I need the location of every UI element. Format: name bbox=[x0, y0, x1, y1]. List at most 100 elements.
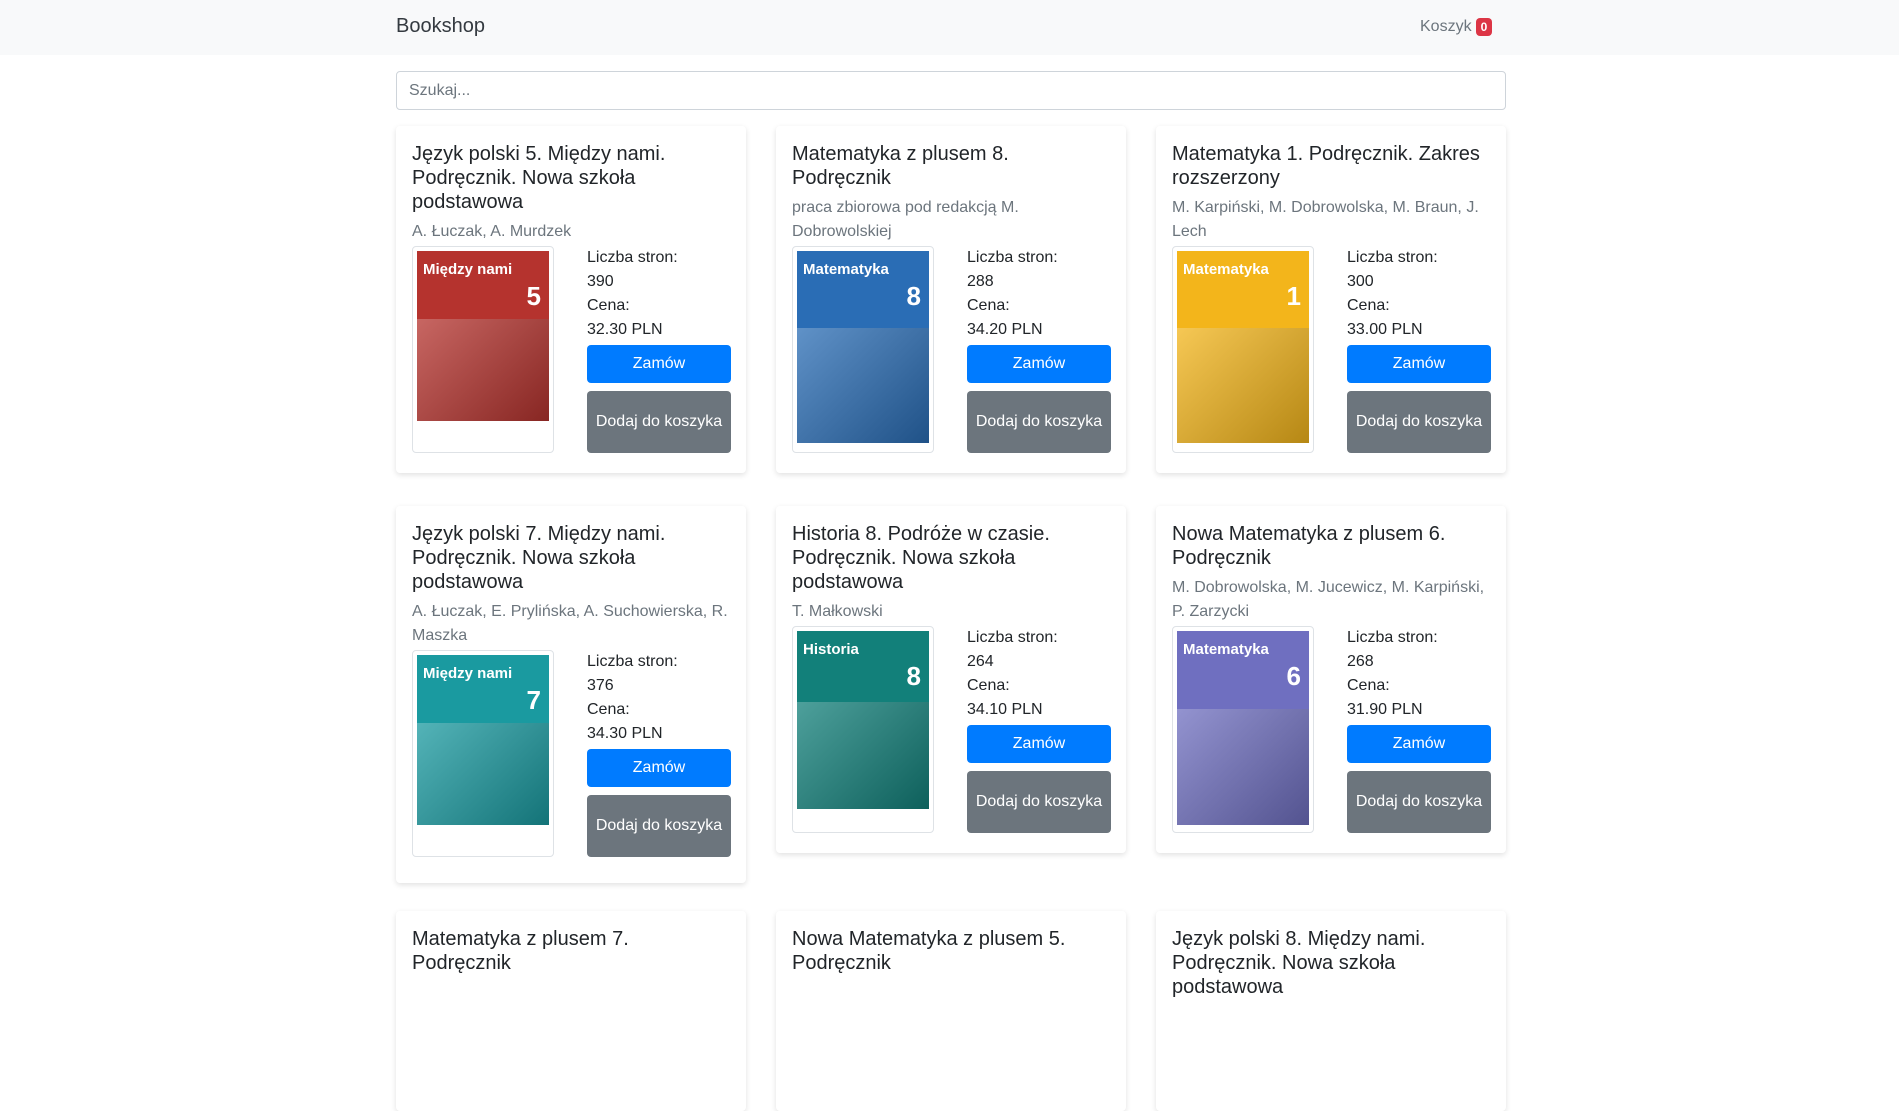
order-button[interactable]: Zamów bbox=[587, 749, 731, 787]
book-title: Historia 8. Podróże w czasie. Podręcznik… bbox=[792, 523, 1050, 593]
cart-link[interactable]: Koszyk 0 bbox=[1420, 18, 1493, 36]
book-meta: Liczba stron: 288 Cena: 34.20 PLN Zamów … bbox=[967, 246, 1111, 453]
price-value: 32.30 PLN bbox=[587, 321, 663, 338]
cover-number: 7 bbox=[526, 685, 541, 715]
book-card: Historia 8. Podróże w czasie. Podręcznik… bbox=[776, 506, 1126, 853]
book-card: Matematyka z plusem 7. Podręcznik bbox=[396, 911, 746, 1111]
cover-illustration bbox=[1177, 327, 1309, 443]
add-to-cart-button[interactable]: Dodaj do koszyka bbox=[967, 771, 1111, 833]
book-title: Język polski 8. Między nami. Podręcznik.… bbox=[1172, 928, 1426, 998]
add-to-cart-button[interactable]: Dodaj do koszyka bbox=[587, 391, 731, 453]
book-cover: Matematyka 8 bbox=[792, 246, 934, 453]
order-button[interactable]: Zamów bbox=[967, 725, 1111, 763]
book-meta: Liczba stron: 376 Cena: 34.30 PLN Zamów … bbox=[587, 650, 731, 857]
price-value: 31.90 PLN bbox=[1347, 701, 1423, 718]
book-cover-image: Historia 8 bbox=[797, 631, 929, 809]
pages-label: Liczba stron: bbox=[967, 249, 1058, 266]
add-to-cart-button[interactable]: Dodaj do koszyka bbox=[587, 795, 731, 857]
cover-illustration bbox=[797, 327, 929, 443]
book-cover-image: Matematyka 8 bbox=[797, 251, 929, 443]
price-label: Cena: bbox=[587, 297, 630, 314]
cover-illustration bbox=[797, 702, 929, 809]
cover-number: 8 bbox=[906, 281, 921, 311]
cover-number: 8 bbox=[906, 661, 921, 691]
pages-label: Liczba stron: bbox=[587, 653, 678, 670]
order-button[interactable]: Zamów bbox=[1347, 725, 1491, 763]
pages-value: 300 bbox=[1347, 273, 1374, 290]
add-to-cart-button[interactable]: Dodaj do koszyka bbox=[967, 391, 1111, 453]
price-label: Cena: bbox=[587, 701, 630, 718]
book-cover: Matematyka 6 bbox=[1172, 626, 1314, 833]
book-authors: M. Karpiński, M. Dobrowolska, M. Braun, … bbox=[1172, 199, 1479, 240]
book-details: Historia 8 Liczba stron: 264 Cena: 34.10… bbox=[792, 626, 1111, 833]
book-title: Język polski 7. Między nami. Podręcznik.… bbox=[412, 523, 666, 593]
book-cover: Między nami 7 bbox=[412, 650, 554, 857]
cover-number: 1 bbox=[1286, 281, 1301, 311]
book-card: Matematyka z plusem 8. Podręcznik praca z… bbox=[776, 126, 1126, 473]
order-button[interactable]: Zamów bbox=[1347, 345, 1491, 383]
cover-title: Matematyka bbox=[1183, 261, 1269, 278]
book-cover-image: Matematyka 1 bbox=[1177, 251, 1309, 443]
pages-label: Liczba stron: bbox=[587, 249, 678, 266]
book-card: Język polski 5. Między nami. Podręcznik.… bbox=[396, 126, 746, 473]
book-title: Matematyka z plusem 7. Podręcznik bbox=[412, 928, 629, 974]
cart-count-badge: 0 bbox=[1475, 18, 1493, 36]
pages-label: Liczba stron: bbox=[1347, 629, 1438, 646]
book-meta: Liczba stron: 300 Cena: 33.00 PLN Zamów … bbox=[1347, 246, 1491, 453]
cover-title: Między nami bbox=[423, 261, 513, 278]
cover-illustration bbox=[417, 319, 549, 421]
cover-title: Między nami bbox=[423, 665, 513, 682]
book-authors: praca zbiorowa pod redakcją M. Dobrowols… bbox=[792, 199, 1019, 240]
book-title: Nowa Matematyka z plusem 5. Podręcznik bbox=[792, 928, 1066, 974]
book-card: Nowa Matematyka z plusem 5. Podręcznik bbox=[776, 911, 1126, 1111]
brand-link[interactable]: Bookshop bbox=[396, 15, 485, 38]
add-to-cart-button[interactable]: Dodaj do koszyka bbox=[1347, 391, 1491, 453]
order-button[interactable]: Zamów bbox=[967, 345, 1111, 383]
book-card: Język polski 7. Między nami. Podręcznik.… bbox=[396, 506, 746, 883]
book-details: Matematyka 6 Liczba stron: 268 Cena: 31.… bbox=[1172, 626, 1491, 833]
book-meta: Liczba stron: 264 Cena: 34.10 PLN Zamów … bbox=[967, 626, 1111, 833]
price-label: Cena: bbox=[1347, 297, 1390, 314]
book-card: Język polski 8. Między nami. Podręcznik.… bbox=[1156, 911, 1506, 1111]
book-authors: A. Łuczak, E. Prylińska, A. Suchowierska… bbox=[412, 603, 728, 644]
pages-value: 390 bbox=[587, 273, 614, 290]
book-cover: Matematyka 1 bbox=[1172, 246, 1314, 453]
book-authors: M. Dobrowolska, M. Jucewicz, M. Karpińsk… bbox=[1172, 579, 1485, 620]
book-title: Nowa Matematyka z plusem 6. Podręcznik bbox=[1172, 523, 1446, 569]
pages-value: 376 bbox=[587, 677, 614, 694]
price-value: 33.00 PLN bbox=[1347, 321, 1423, 338]
book-title: Matematyka 1. Podręcznik. Zakres rozszer… bbox=[1172, 143, 1480, 189]
book-authors: A. Łuczak, A. Murdzek bbox=[412, 223, 572, 240]
book-details: Matematyka 1 Liczba stron: 300 Cena: 33.… bbox=[1172, 246, 1491, 453]
book-card: Matematyka 1. Podręcznik. Zakres rozszer… bbox=[1156, 126, 1506, 473]
cover-number: 5 bbox=[526, 281, 541, 311]
pages-value: 288 bbox=[967, 273, 994, 290]
price-label: Cena: bbox=[967, 297, 1010, 314]
cover-number: 6 bbox=[1286, 661, 1301, 691]
order-button[interactable]: Zamów bbox=[587, 345, 731, 383]
add-to-cart-button[interactable]: Dodaj do koszyka bbox=[1347, 771, 1491, 833]
book-cover-image: Matematyka 6 bbox=[1177, 631, 1309, 825]
cover-illustration bbox=[417, 723, 549, 825]
price-label: Cena: bbox=[1347, 677, 1390, 694]
book-authors: T. Małkowski bbox=[792, 603, 883, 620]
cover-title: Matematyka bbox=[803, 261, 889, 278]
pages-label: Liczba stron: bbox=[967, 629, 1058, 646]
book-meta: Liczba stron: 268 Cena: 31.90 PLN Zamów … bbox=[1347, 626, 1491, 833]
navbar: Bookshop Koszyk 0 bbox=[0, 0, 1899, 55]
book-title: Język polski 5. Między nami. Podręcznik.… bbox=[412, 143, 666, 213]
price-value: 34.10 PLN bbox=[967, 701, 1043, 718]
book-cover: Historia 8 bbox=[792, 626, 934, 833]
book-details: Między nami 7 Liczba stron: 376 Cena: 34… bbox=[412, 650, 731, 857]
cart-label: Koszyk bbox=[1420, 18, 1472, 35]
book-details: Matematyka 8 Liczba stron: 288 Cena: 34.… bbox=[792, 246, 1111, 453]
price-value: 34.20 PLN bbox=[967, 321, 1043, 338]
cover-title: Matematyka bbox=[1183, 641, 1269, 658]
pages-label: Liczba stron: bbox=[1347, 249, 1438, 266]
search-input[interactable] bbox=[396, 71, 1506, 110]
cover-illustration bbox=[1177, 708, 1309, 825]
book-details: Między nami 5 Liczba stron: 390 Cena: 32… bbox=[412, 246, 731, 453]
pages-value: 264 bbox=[967, 653, 994, 670]
book-cover-image: Między nami 5 bbox=[417, 251, 549, 421]
cover-title: Historia bbox=[803, 641, 859, 658]
